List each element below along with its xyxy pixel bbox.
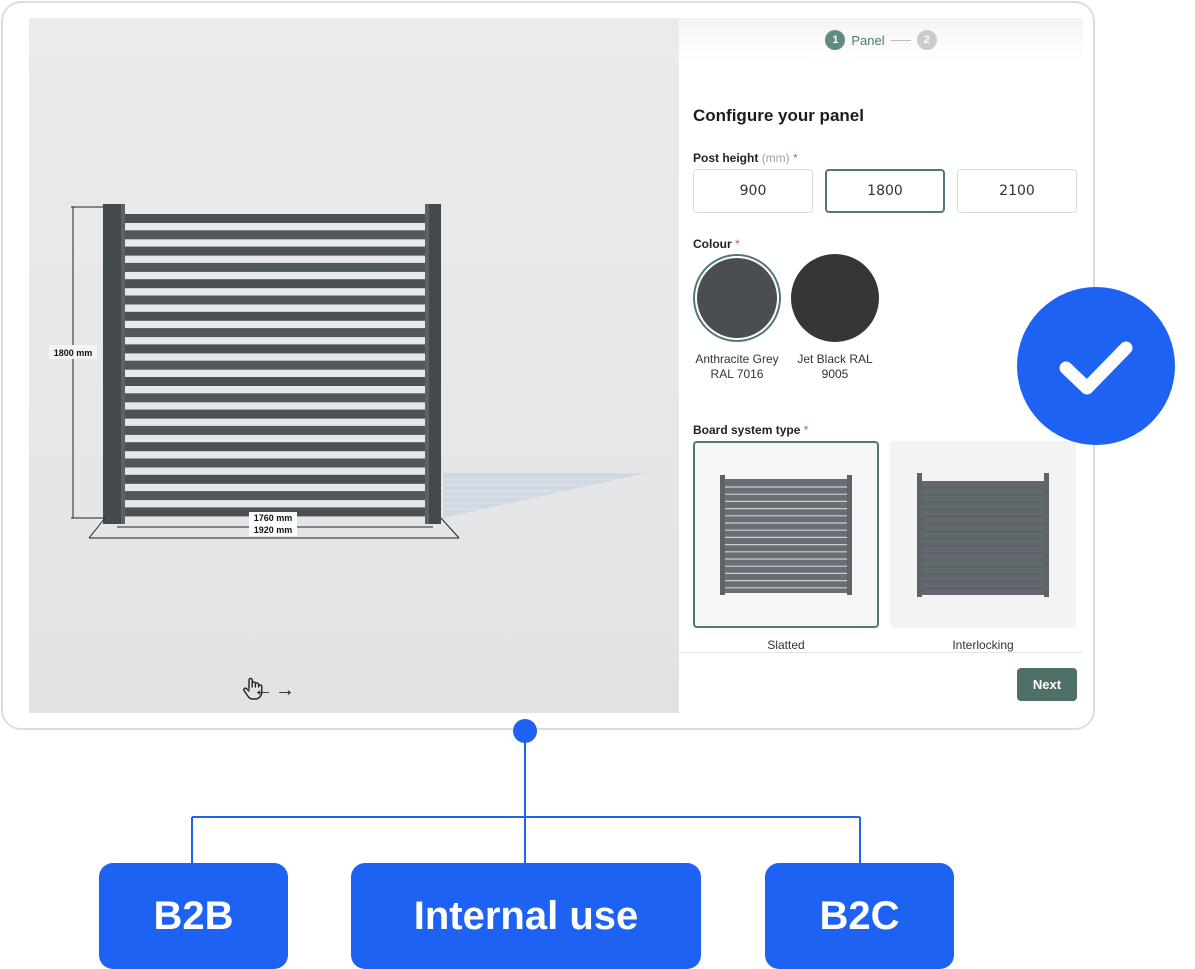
segment-b2b[interactable]: B2B <box>99 863 288 969</box>
connector-node <box>513 719 537 743</box>
segment-b2c[interactable]: B2C <box>765 863 954 969</box>
connector-tree <box>191 731 861 865</box>
segment-internal-use[interactable]: Internal use <box>351 863 701 969</box>
